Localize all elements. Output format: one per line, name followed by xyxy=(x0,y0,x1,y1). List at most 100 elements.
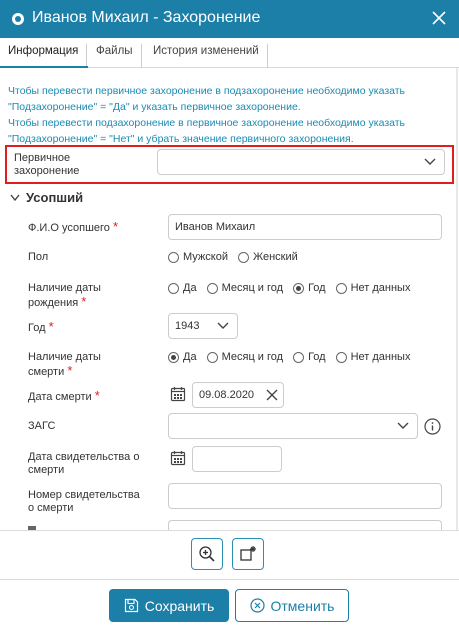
chevron-down-icon xyxy=(217,322,229,329)
death-date-yes-radio[interactable]: Да xyxy=(168,351,197,363)
zags-select[interactable] xyxy=(168,413,418,439)
death-date-month-year-radio[interactable]: Месяц и год xyxy=(206,351,284,363)
tab-files[interactable]: Файлы xyxy=(88,44,142,68)
radio-circle-checked xyxy=(168,351,179,363)
certificate-date-input[interactable] xyxy=(192,446,282,472)
certificate-number-label: Номер свидетельства о смерти xyxy=(28,489,140,515)
info-message: Чтобы перевести первичное захоронение в … xyxy=(8,83,453,147)
info-icon[interactable] xyxy=(424,418,441,435)
calendar-icon[interactable] xyxy=(170,450,186,466)
window-status-icon xyxy=(12,13,24,25)
radio-circle-checked xyxy=(293,282,305,294)
required-mark: * xyxy=(94,388,100,403)
tab-history[interactable]: История изменений xyxy=(145,44,268,68)
radio-circle xyxy=(335,351,347,363)
birth-date-presence-label-line2: рождения xyxy=(28,297,79,309)
gender-radio-group: Мужской Женский xyxy=(168,251,308,263)
birth-date-presence-radio-group: Да Месяц и год Год Нет данных xyxy=(168,282,420,294)
birth-date-month-year-radio[interactable]: Месяц и год xyxy=(206,282,284,294)
cancel-button-label: Отменить xyxy=(270,597,335,614)
select-area-icon xyxy=(240,546,256,561)
radio-label: Мужской xyxy=(183,251,228,263)
certificate-number-input[interactable] xyxy=(168,483,442,509)
gender-female-radio[interactable]: Женский xyxy=(237,251,298,263)
certificate-number-label-line1: Номер свидетельства xyxy=(28,489,140,501)
radio-label: Месяц и год xyxy=(221,282,284,294)
zags-label: ЗАГС xyxy=(28,420,56,432)
gender-label: Пол xyxy=(28,251,49,263)
death-date-label-text: Дата смерти xyxy=(28,391,92,403)
section-deceased-title: Усопший xyxy=(26,190,84,205)
birth-date-presence-label-line1: Наличие даты xyxy=(28,282,101,294)
year-label-text: Год xyxy=(28,322,46,334)
radio-label: Нет данных xyxy=(350,351,411,363)
select-area-button[interactable] xyxy=(232,538,264,570)
death-date-value: 09.08.2020 xyxy=(199,389,255,401)
radio-label: Женский xyxy=(252,251,298,263)
primary-burial-label: Первичное захоронение xyxy=(14,152,79,178)
zoom-in-icon xyxy=(199,546,215,562)
radio-label: Да xyxy=(183,351,197,363)
primary-burial-label-line2: захоронение xyxy=(14,165,80,177)
required-mark: * xyxy=(67,363,73,378)
primary-burial-label-line1: Первичное xyxy=(14,152,71,164)
death-date-input[interactable]: 09.08.2020 xyxy=(192,382,284,408)
info-line: Чтобы перевести первичное захоронение в … xyxy=(8,85,406,97)
certificate-number-label-line2: о смерти xyxy=(28,502,74,514)
next-field-input-partial[interactable] xyxy=(168,520,442,530)
required-mark: * xyxy=(112,219,119,234)
certificate-date-label-line1: Дата свидетельства о xyxy=(28,451,140,463)
birth-date-no-data-radio[interactable]: Нет данных xyxy=(335,282,411,294)
certificate-date-label: Дата свидетельства о смерти xyxy=(28,451,139,477)
radio-label: Нет данных xyxy=(350,282,411,294)
birth-date-yes-radio[interactable]: Да xyxy=(168,282,197,294)
window-title: Иванов Михаил - Захоронение xyxy=(32,9,261,26)
save-button-label: Сохранить xyxy=(144,597,215,614)
zoom-in-button[interactable] xyxy=(191,538,223,570)
gender-male-radio[interactable]: Мужской xyxy=(168,251,228,263)
death-date-year-radio[interactable]: Год xyxy=(293,351,326,363)
certificate-date-label-line2: смерти xyxy=(28,464,65,476)
radio-circle xyxy=(168,282,179,294)
cancel-icon xyxy=(249,598,265,613)
footer-divider xyxy=(0,579,459,580)
window-titlebar: Иванов Михаил - Захоронение xyxy=(0,0,459,38)
cancel-button[interactable]: Отменить xyxy=(235,589,349,622)
tab-information[interactable]: Информация xyxy=(0,44,88,68)
tab-bar: Информация Файлы История изменений xyxy=(0,38,459,68)
chevron-down-icon xyxy=(397,422,409,429)
save-button[interactable]: Сохранить xyxy=(109,589,229,622)
content-divider xyxy=(0,530,459,531)
radio-circle xyxy=(335,282,347,294)
calendar-icon[interactable] xyxy=(170,386,186,402)
radio-label: Год xyxy=(308,351,326,363)
scrollbar[interactable] xyxy=(456,68,458,530)
radio-circle xyxy=(168,251,179,263)
info-line: "Подзахоронение" = "Да" и указать первич… xyxy=(8,101,301,113)
required-mark: * xyxy=(81,294,87,309)
active-tab-indicator xyxy=(0,66,88,68)
radio-label: Год xyxy=(308,282,326,294)
fio-label-text: Ф.И.О усопшего xyxy=(28,222,110,234)
radio-circle xyxy=(237,251,249,263)
clear-icon[interactable] xyxy=(266,389,278,401)
death-date-presence-label-line1: Наличие даты xyxy=(28,351,101,363)
radio-circle xyxy=(206,282,218,294)
death-date-presence-radio-group: Да Месяц и год Год Нет данных xyxy=(168,351,420,363)
close-icon[interactable] xyxy=(431,10,447,26)
death-date-presence-label: Наличие даты смерти * xyxy=(28,351,101,379)
primary-burial-select[interactable] xyxy=(157,149,445,175)
radio-label: Да xyxy=(183,282,197,294)
save-icon xyxy=(124,598,138,613)
death-date-presence-label-line2: смерти xyxy=(28,366,65,378)
section-deceased-header[interactable]: Усопший xyxy=(10,190,83,205)
info-line: Чтобы перевести подзахоронение в первичн… xyxy=(8,117,406,129)
death-date-no-data-radio[interactable]: Нет данных xyxy=(335,351,411,363)
death-date-label: Дата смерти * xyxy=(28,389,100,404)
birth-date-year-radio[interactable]: Год xyxy=(293,282,326,294)
fio-input[interactable]: Иванов Михаил xyxy=(168,214,442,240)
birth-date-presence-label: Наличие даты рождения * xyxy=(28,282,101,310)
radio-circle xyxy=(293,351,305,363)
radio-label: Месяц и год xyxy=(221,351,284,363)
year-select[interactable]: 1943 xyxy=(168,313,238,339)
